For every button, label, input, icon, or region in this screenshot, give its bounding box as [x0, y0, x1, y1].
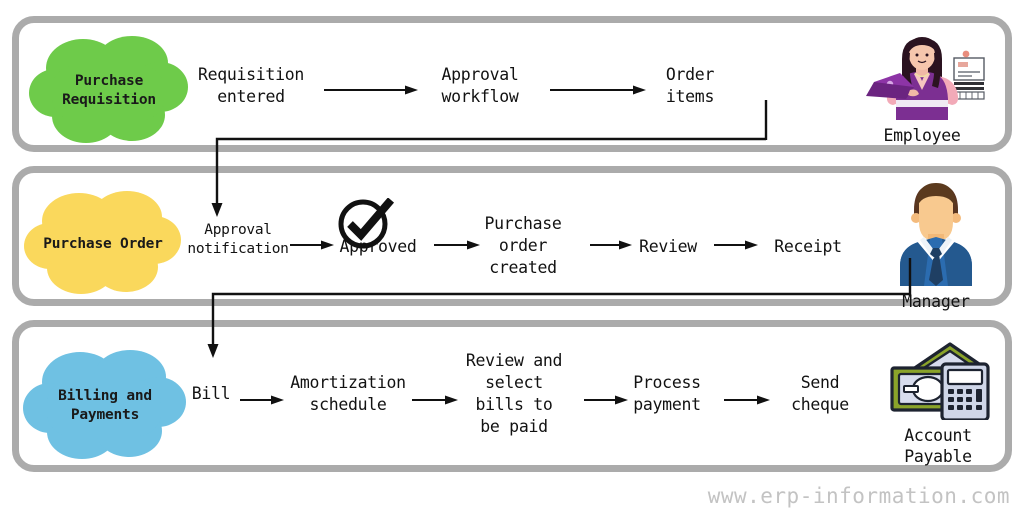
cloud-label-purchase-order: Purchase Order — [43, 235, 163, 252]
approved-check-icon — [338, 198, 395, 249]
footer-watermark: www.erp-information.com — [707, 484, 1010, 508]
step-amortization-schedule[interactable]: Amortization schedule — [270, 372, 426, 416]
persona-account-payable: Account Payable — [876, 336, 1000, 467]
step-approval-notification[interactable]: Approval notification — [168, 221, 308, 260]
arrow-process-payment-to-send-cheque — [724, 395, 770, 405]
persona-label-account-payable: Account Payable — [904, 426, 972, 466]
employee-woman-laptop-icon — [866, 37, 985, 120]
arrow-approval-workflow-to-order-items — [550, 85, 646, 95]
cloud-label-purchase-requisition: Purchase Requisition — [62, 73, 156, 108]
step-approval-workflow[interactable]: Approval workflow — [422, 64, 538, 108]
cloud-purchase-requisition[interactable]: Purchase Requisition — [28, 32, 190, 150]
persona-employee: Employee — [858, 34, 986, 147]
arrow-review-to-receipt — [714, 240, 758, 250]
step-review[interactable]: Review — [628, 236, 708, 258]
step-requisition-entered[interactable]: Requisition entered — [184, 64, 318, 108]
step-process-payment[interactable]: Process payment — [612, 372, 722, 416]
cloud-label-billing-and-payments: Billing and Payments — [58, 388, 152, 423]
arrow-requisition-to-approval-workflow — [324, 85, 418, 95]
persona-label-manager: Manager — [902, 292, 970, 311]
diagram-canvas: Purchase Requisition Requisition entered… — [0, 0, 1024, 512]
cloud-billing-and-payments[interactable]: Billing and Payments — [22, 344, 188, 468]
step-order-items[interactable]: Order items — [642, 64, 738, 108]
manager-businessman-icon — [900, 183, 972, 286]
step-send-cheque[interactable]: Send cheque — [766, 372, 874, 416]
persona-manager: Manager — [876, 178, 996, 313]
cloud-purchase-order[interactable]: Purchase Order — [22, 186, 184, 302]
step-receipt[interactable]: Receipt — [762, 236, 854, 258]
step-purchase-order-created[interactable]: Purchase order created — [458, 213, 588, 279]
step-review-and-select-bills-to-be-paid[interactable]: Review and select bills to be paid — [444, 350, 584, 438]
persona-label-employee: Employee — [883, 126, 961, 145]
cash-calculator-icon — [890, 342, 990, 422]
